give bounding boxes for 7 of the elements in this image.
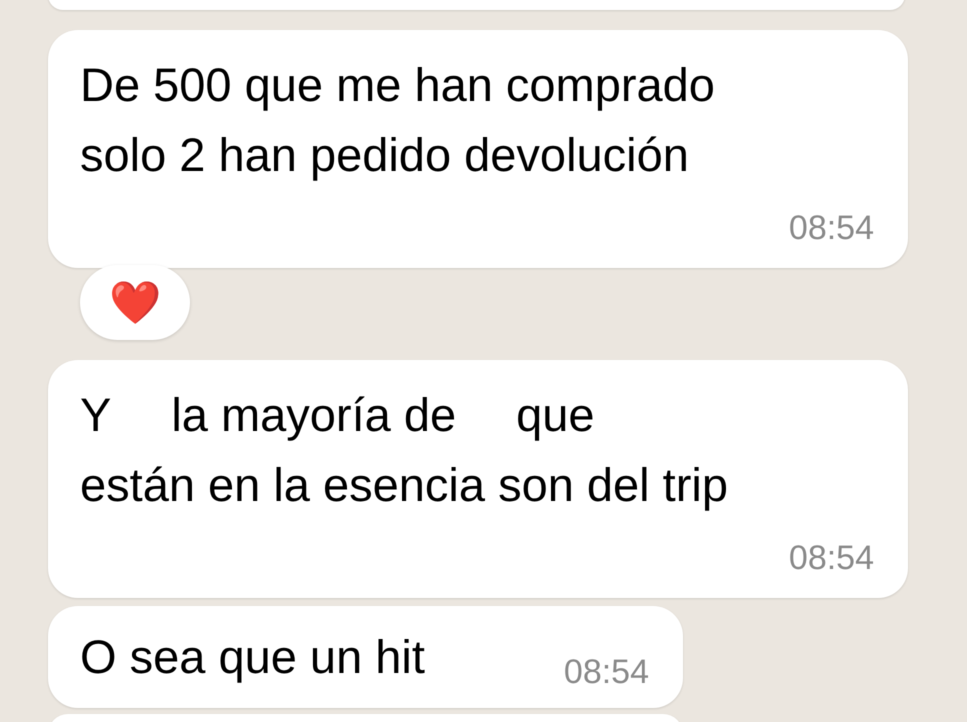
message-text: Y la mayoría de que están en la esencia son del trip — [80, 387, 729, 513]
message-time: 08:54 — [788, 208, 874, 248]
message-time: 08:54 — [788, 538, 874, 578]
message-time: 08:54 — [564, 652, 649, 692]
heart-reaction[interactable]: ❤ — [80, 265, 190, 340]
message-text: De 500 que me han comprado solo 2 han pedido devolución — [80, 57, 716, 183]
message-text: O sea que un hit — [80, 629, 425, 685]
